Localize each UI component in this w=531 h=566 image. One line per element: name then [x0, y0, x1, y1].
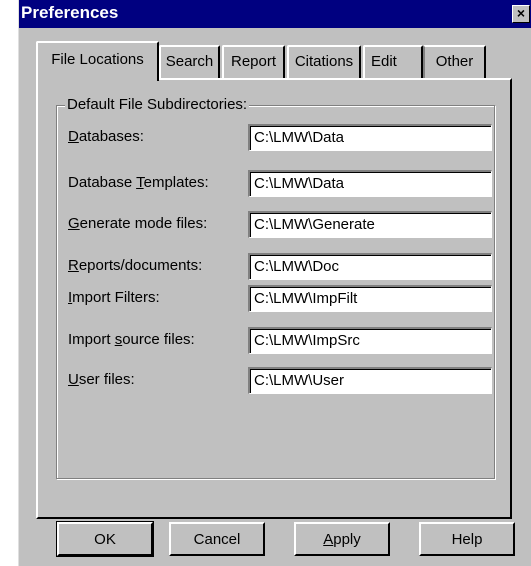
- tab-label: File Locations: [51, 51, 144, 68]
- import-source-files-label: Import source files:: [68, 331, 195, 348]
- preferences-dialog: Preferences × File Locations Search Repo…: [18, 0, 531, 566]
- tab-label: Edit: [371, 53, 397, 70]
- tab-panel-file-locations: Default File Subdirectories: Databases: …: [36, 78, 512, 519]
- import-source-files-field[interactable]: C:\LMW\ImpSrc: [248, 327, 492, 354]
- database-templates-field[interactable]: C:\LMW\Data: [248, 170, 492, 197]
- database-templates-label: Database Templates:: [68, 174, 209, 191]
- tab-label: Other: [435, 53, 474, 70]
- import-filters-field[interactable]: C:\LMW\ImpFilt: [248, 285, 492, 312]
- reports-documents-field[interactable]: C:\LMW\Doc: [248, 253, 492, 280]
- user-files-field[interactable]: C:\LMW\User: [248, 367, 492, 394]
- ok-button[interactable]: OK: [56, 521, 154, 557]
- group-label: Default File Subdirectories:: [65, 96, 250, 113]
- tab-citations[interactable]: Citations: [287, 45, 361, 78]
- generate-mode-files-label: Generate mode files:: [68, 215, 208, 232]
- databases-field[interactable]: C:\LMW\Data: [248, 124, 492, 151]
- apply-button[interactable]: Apply: [294, 522, 390, 556]
- help-button[interactable]: Help: [419, 522, 515, 556]
- tab-other[interactable]: Other: [423, 45, 486, 78]
- tab-report[interactable]: Report: [222, 45, 285, 78]
- tab-label: Search: [165, 53, 214, 70]
- reports-documents-label: Reports/documents:: [68, 257, 203, 274]
- databases-label: Databases:: [68, 128, 144, 145]
- generate-mode-files-field[interactable]: C:\LMW\Generate: [248, 211, 492, 238]
- tab-edit[interactable]: Edit: [363, 45, 423, 78]
- tab-label: Citations: [294, 53, 354, 70]
- import-filters-label: Import Filters:: [68, 289, 160, 306]
- tab-label: Report: [230, 53, 277, 70]
- user-files-label: User files:: [68, 371, 135, 388]
- title-bar[interactable]: Preferences ×: [19, 0, 531, 28]
- close-icon[interactable]: ×: [512, 5, 530, 23]
- dialog-title: Preferences: [21, 3, 119, 22]
- tab-search[interactable]: Search: [159, 45, 220, 78]
- tab-file-locations[interactable]: File Locations: [36, 41, 159, 81]
- cancel-button[interactable]: Cancel: [169, 522, 265, 556]
